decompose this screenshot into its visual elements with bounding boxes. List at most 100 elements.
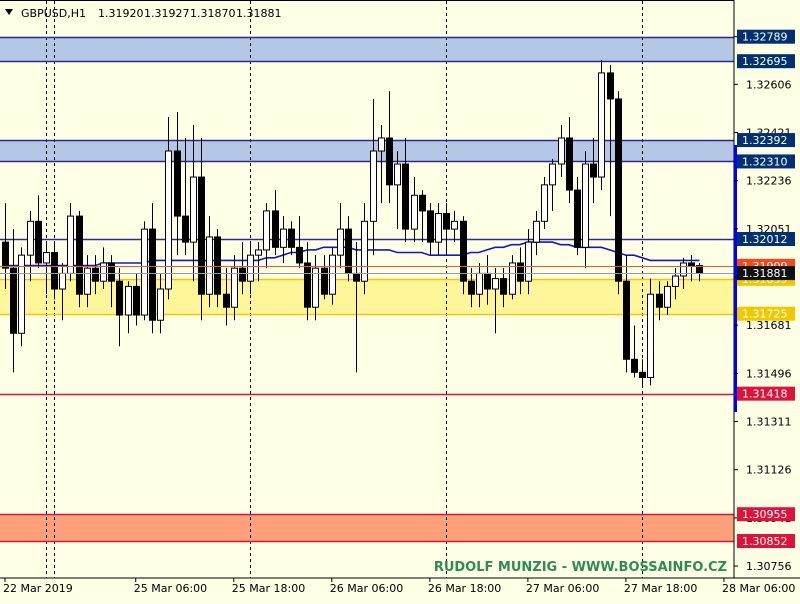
zone-blue-0	[0, 36, 734, 62]
candle-body-50	[411, 194, 418, 230]
candle-body-63	[517, 262, 524, 282]
candle-body-43	[353, 272, 360, 282]
candle-body-10	[84, 267, 91, 295]
candle-body-28	[231, 267, 238, 308]
level-label-1.32392: 1.32392	[742, 134, 788, 147]
candle-body-16	[133, 285, 140, 316]
price-tick-label-1.31681: 1.31681	[746, 319, 792, 332]
candle-body-36	[296, 246, 303, 264]
candle-body-79	[647, 293, 654, 379]
candle-body-3	[27, 220, 34, 256]
candle-body-33	[272, 210, 279, 248]
candle-body-68	[558, 137, 565, 165]
candle-body-41	[337, 228, 344, 256]
candle-body-57	[468, 280, 475, 295]
candle-body-12	[100, 262, 107, 282]
candle-body-1	[10, 267, 17, 334]
candle-body-76	[623, 280, 630, 360]
candle-body-24	[198, 176, 205, 295]
candle-body-67	[549, 163, 556, 186]
level-label-1.30852: 1.30852	[742, 535, 788, 548]
current-price-label: 1.31881	[742, 267, 788, 280]
candle-body-65	[533, 220, 540, 243]
price-chart[interactable]: 1.327891.326061.324211.322361.320511.318…	[0, 0, 800, 600]
zone-blue-1	[0, 140, 734, 162]
candle-body-25	[206, 236, 213, 295]
header-high: 1.31927	[144, 7, 190, 20]
candle-body-64	[525, 241, 532, 282]
time-tick-label-1: 25 Mar 06:00	[134, 582, 207, 595]
candle-body-69	[566, 137, 573, 191]
price-tick-label-1.32606: 1.32606	[746, 78, 792, 91]
header-open: 1.31920	[98, 7, 144, 20]
time-tick-label-5: 27 Mar 06:00	[526, 582, 599, 595]
candle-body-56	[460, 220, 467, 282]
candle-body-44	[361, 220, 368, 282]
candle-body-17	[141, 228, 148, 316]
candle-body-23	[190, 176, 197, 243]
candle-body-84	[688, 262, 695, 267]
price-tick-label-1.31126: 1.31126	[746, 464, 792, 477]
candle-body-30	[247, 254, 254, 282]
candle-body-75	[615, 98, 622, 282]
candle-body-51	[419, 194, 426, 212]
time-tick-label-2: 25 Mar 18:00	[232, 582, 305, 595]
candle-body-80	[656, 293, 663, 308]
chart-root: 1.327891.326061.324211.322361.320511.318…	[0, 0, 800, 600]
candle-body-9	[76, 215, 83, 295]
candle-body-71	[582, 163, 589, 248]
candle-body-14	[116, 280, 123, 316]
candle-body-27	[223, 293, 230, 308]
candle-body-21	[174, 150, 181, 217]
zone-red-3	[0, 514, 734, 542]
candle-body-13	[108, 262, 115, 282]
candle-body-11	[92, 267, 99, 282]
time-tick-label-7: 28 Mar 06:00	[722, 582, 795, 595]
candle-body-54	[443, 212, 450, 230]
time-tick-label-3: 26 Mar 06:00	[330, 582, 403, 595]
candle-body-5	[43, 252, 50, 264]
candle-body-39	[321, 267, 328, 295]
candle-body-6	[51, 252, 58, 290]
candle-body-77	[631, 358, 638, 373]
candle-body-62	[509, 262, 516, 295]
level-label-1.30955: 1.30955	[742, 508, 788, 521]
candle-body-49	[402, 163, 409, 230]
candle-body-48	[394, 163, 401, 186]
candle-body-26	[214, 236, 221, 295]
header-low: 1.31870	[190, 7, 236, 20]
candle-body-0	[2, 241, 9, 269]
candle-body-55	[451, 220, 458, 230]
candle-body-81	[664, 285, 671, 308]
candle-body-20	[165, 150, 172, 290]
candle-body-40	[329, 254, 336, 295]
candle-body-52	[427, 210, 434, 243]
candle-body-70	[574, 189, 581, 248]
candle-body-8	[67, 215, 74, 274]
candle-body-34	[280, 228, 287, 248]
time-tick-label-4: 26 Mar 18:00	[428, 582, 501, 595]
candle-body-37	[304, 262, 311, 308]
price-tick-label-1.30756: 1.30756	[746, 560, 792, 573]
candle-body-22	[182, 215, 189, 243]
level-label-1.32310: 1.32310	[742, 155, 788, 168]
time-tick-label-6: 27 Mar 18:00	[624, 582, 697, 595]
candle-body-15	[125, 285, 132, 316]
candle-body-7	[59, 272, 66, 290]
candle-body-53	[435, 212, 442, 243]
header-close: 1.31881	[236, 7, 282, 20]
candle-body-78	[639, 371, 646, 379]
candle-body-74	[607, 72, 614, 100]
level-label-1.32012: 1.32012	[742, 233, 788, 246]
candle-body-82	[672, 275, 679, 287]
candle-body-46	[378, 137, 385, 152]
level-label-1.31725: 1.31725	[742, 308, 788, 321]
time-tick-label-0: 22 Mar 2019	[3, 582, 73, 595]
candle-body-29	[239, 267, 246, 282]
candle-body-38	[312, 267, 319, 308]
price-tick-label-1.31311: 1.31311	[746, 416, 792, 429]
candle-body-60	[492, 278, 499, 290]
candle-body-61	[500, 278, 507, 295]
price-tick-label-1.32236: 1.32236	[746, 175, 792, 188]
candle-body-18	[149, 228, 156, 321]
